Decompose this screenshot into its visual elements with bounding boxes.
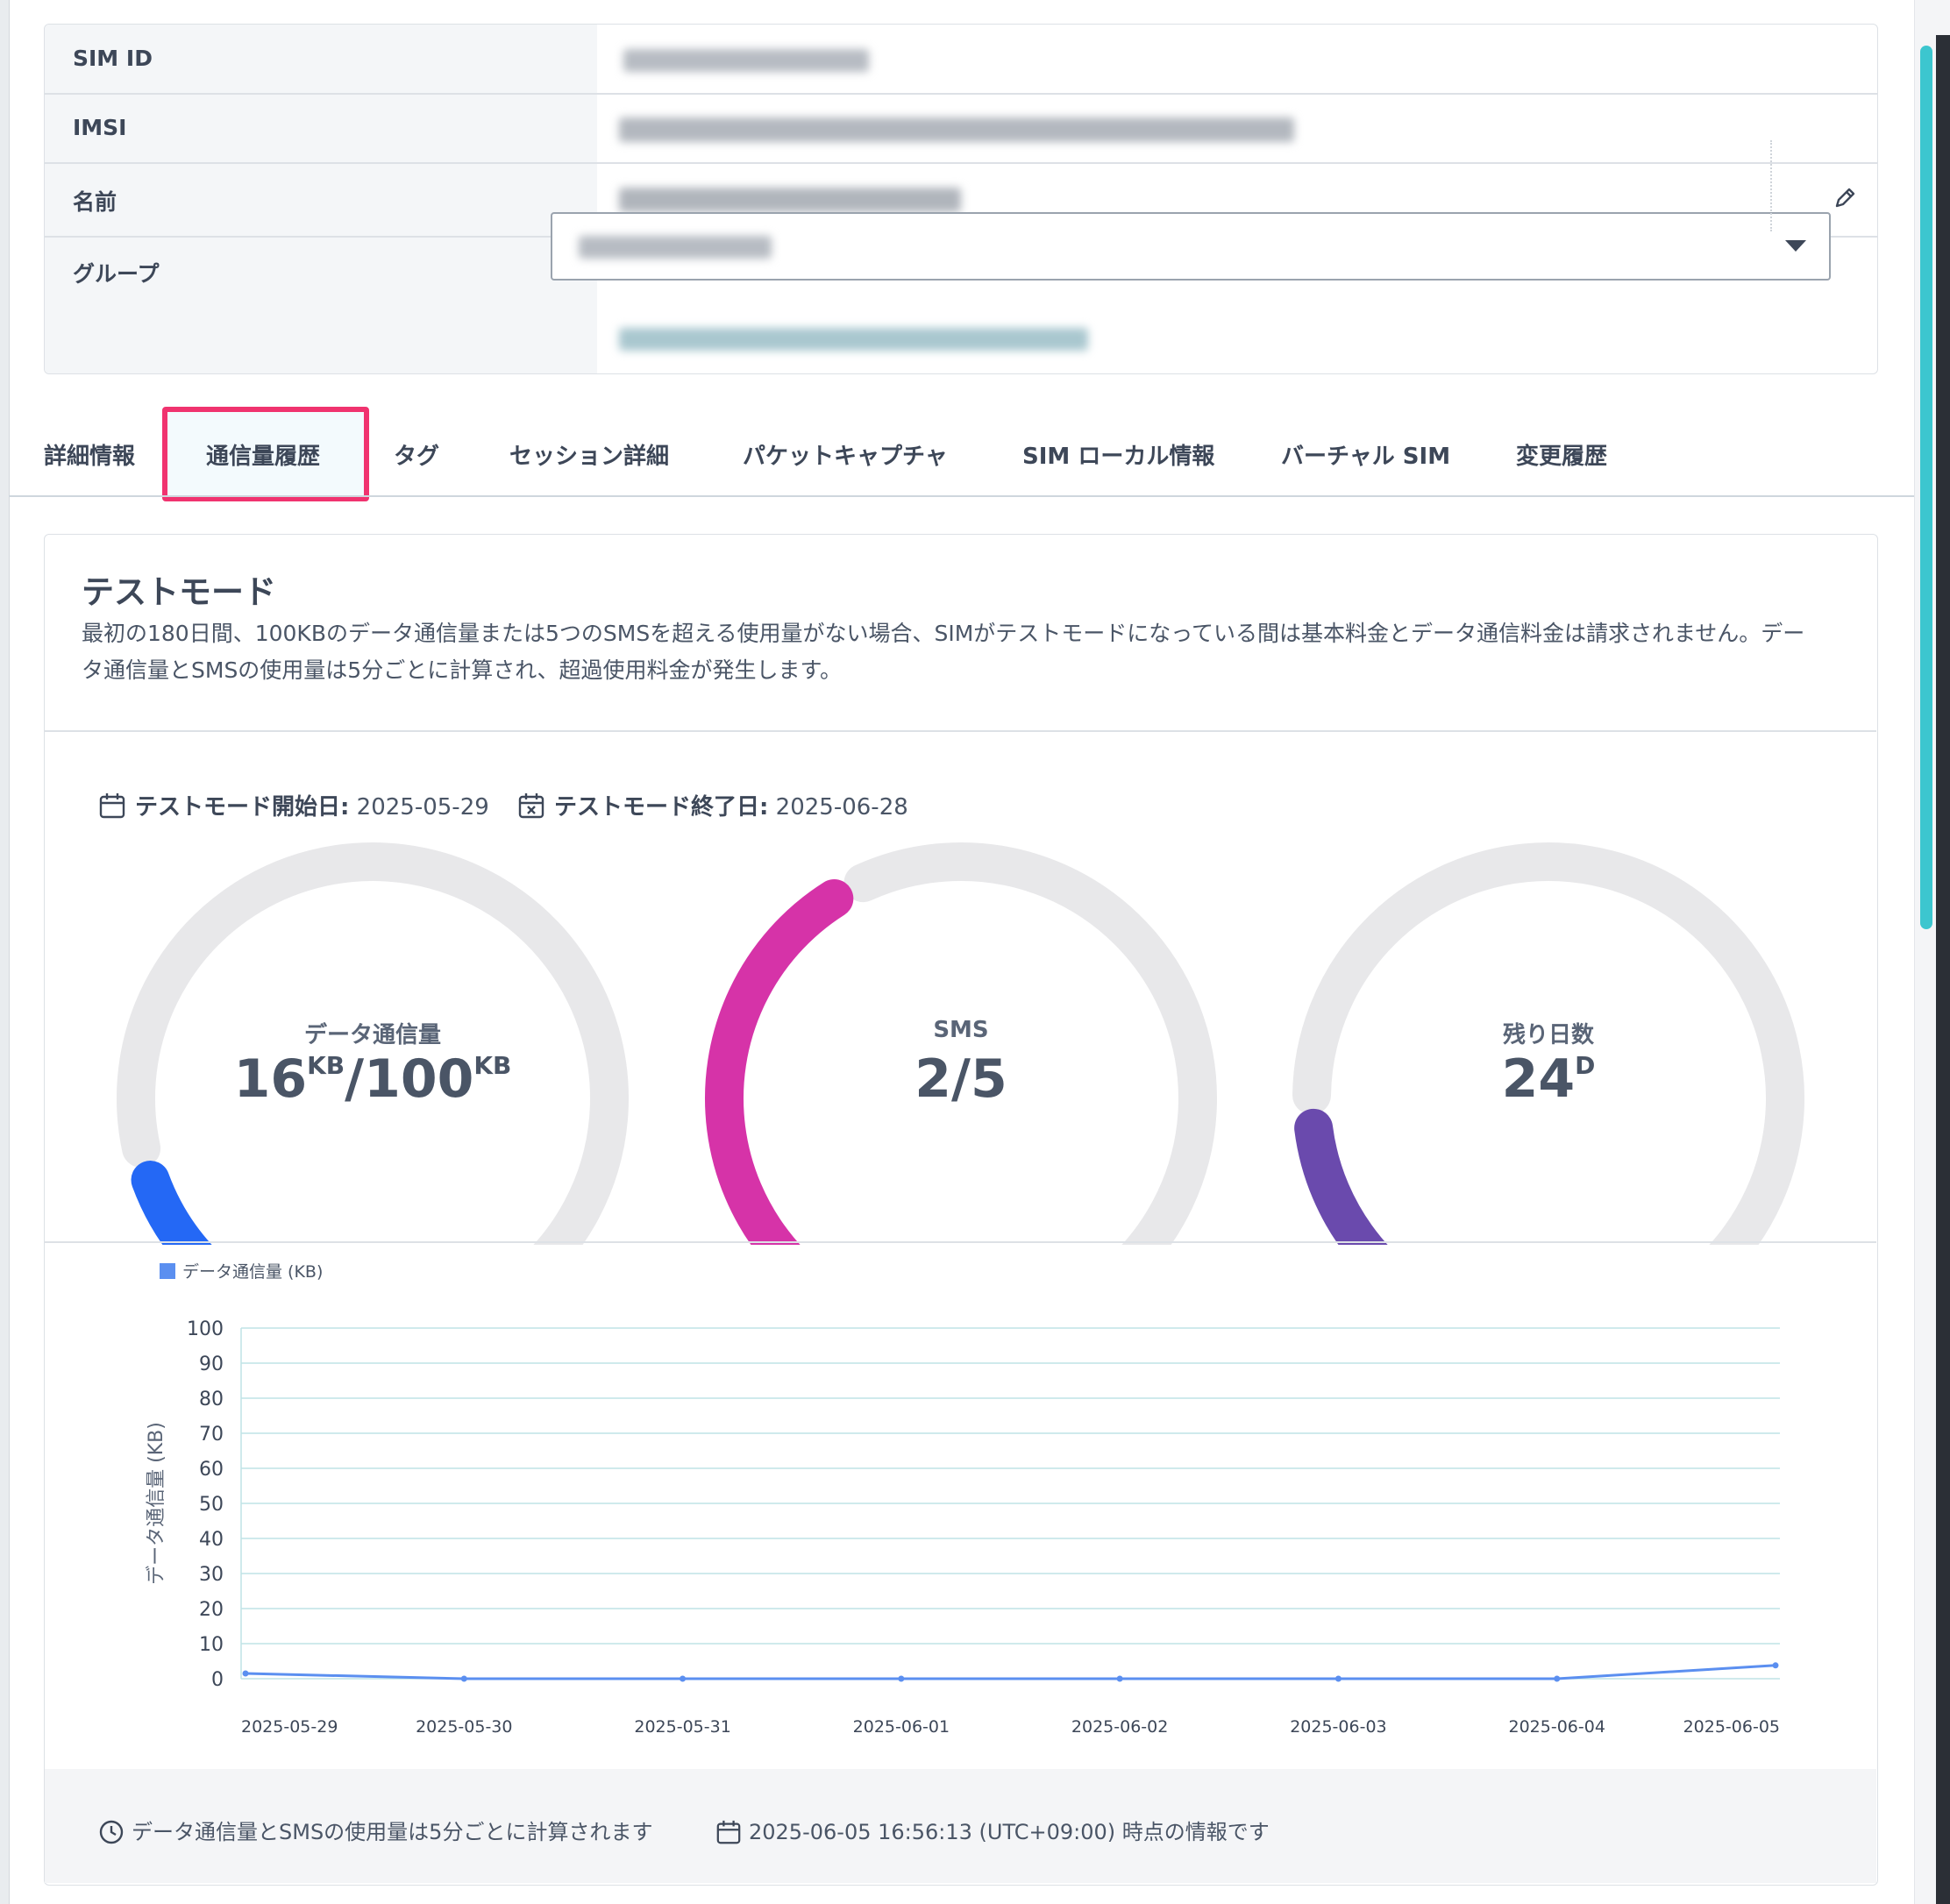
y-tick-label: 80 xyxy=(199,1389,224,1410)
x-tick-label: 2025-06-03 xyxy=(1290,1717,1386,1737)
gauge-sms-max: 5 xyxy=(970,1048,1007,1110)
gauge-sms-label: SMS xyxy=(933,1017,989,1043)
data-point xyxy=(1116,1675,1123,1682)
y-tick-label: 50 xyxy=(199,1494,224,1516)
y-tick-label: 0 xyxy=(211,1669,224,1691)
y-axis-label: データ通信量 (KB) xyxy=(146,1422,167,1585)
data-point xyxy=(1772,1662,1779,1669)
footer-timestamp: 2025-06-05 16:56:13 (UTC+09:00) 時点の情報です xyxy=(715,1815,1270,1845)
y-tick-label: 40 xyxy=(199,1529,224,1551)
x-tick-label: 2025-05-29 xyxy=(241,1717,338,1737)
gauge-data-max: 100 xyxy=(364,1048,474,1110)
gauge-days-label: 残り日数 xyxy=(1502,1022,1594,1048)
gauge-data-sep: / xyxy=(345,1048,365,1110)
gauge-data-max-unit: KB xyxy=(473,1051,512,1080)
gauge-fill xyxy=(131,1161,212,1245)
series-line xyxy=(245,1664,1776,1680)
y-tick-label: 20 xyxy=(199,1599,224,1621)
gauge-sms-value: 2/5 xyxy=(742,1048,1180,1110)
gauge-days-value: 24D xyxy=(1329,1048,1768,1110)
gauge-sms-used: 2 xyxy=(915,1048,952,1110)
gauge-fill xyxy=(1294,1108,1388,1245)
y-tick-label: 90 xyxy=(199,1353,224,1375)
x-tick-label: 2025-06-05 xyxy=(1683,1717,1780,1737)
usage-line-chart: データ通信量 (KB) 0 10 20 30 40 50 60 70 80 90 100 データ通信量 … xyxy=(146,1262,1780,1737)
clock-icon xyxy=(99,1820,124,1844)
data-point xyxy=(1554,1675,1561,1682)
data-point xyxy=(680,1675,687,1682)
data-point xyxy=(1334,1675,1342,1682)
gauge-sms-sep: / xyxy=(951,1048,971,1110)
x-tick-label: 2025-05-30 xyxy=(416,1717,512,1737)
legend-label: データ通信量 (KB) xyxy=(182,1262,323,1282)
data-point xyxy=(242,1670,249,1677)
y-tick-label: 30 xyxy=(199,1564,224,1586)
y-tick-label: 70 xyxy=(199,1424,224,1446)
gauge-data-value: 16KB/100KB xyxy=(153,1048,592,1110)
gauge-days-remaining: 24 xyxy=(1501,1048,1576,1110)
data-point xyxy=(460,1675,467,1682)
gauge-data-used: 16 xyxy=(233,1048,308,1110)
x-tick-label: 2025-06-02 xyxy=(1071,1717,1168,1737)
x-tick-label: 2025-05-31 xyxy=(634,1717,730,1737)
gauge-data-used-unit: KB xyxy=(307,1051,345,1080)
data-point xyxy=(898,1675,905,1682)
x-tick-label: 2025-06-01 xyxy=(853,1717,950,1737)
calendar-icon xyxy=(716,1820,741,1844)
card-divider xyxy=(45,1241,1876,1243)
y-tick-label: 60 xyxy=(199,1459,224,1481)
gauge-days-unit: D xyxy=(1575,1051,1596,1080)
y-tick-label: 100 xyxy=(187,1318,224,1340)
legend-swatch xyxy=(160,1263,175,1279)
gauge-data-label: データ通信量 xyxy=(303,1022,441,1048)
footer-note-text: データ通信量とSMSの使用量は5分ごとに計算されます xyxy=(132,1820,653,1844)
footer-timestamp-text: 2025-06-05 16:56:13 (UTC+09:00) 時点の情報です xyxy=(749,1820,1270,1844)
x-tick-label: 2025-06-04 xyxy=(1509,1717,1605,1737)
footer-note: データ通信量とSMSの使用量は5分ごとに計算されます xyxy=(98,1815,652,1845)
y-tick-label: 10 xyxy=(199,1634,224,1656)
